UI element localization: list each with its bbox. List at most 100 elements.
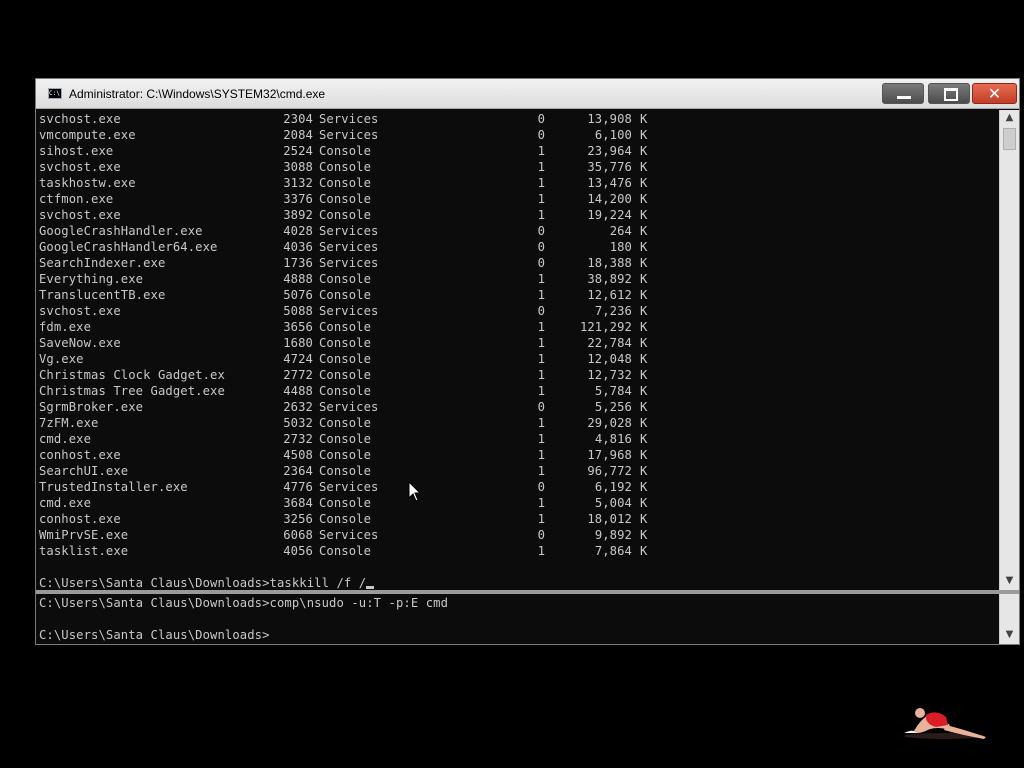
bottom-pane-scrollbar[interactable]: ▼: [999, 594, 1019, 644]
process-pid: 2304: [283, 112, 313, 126]
command-text: C:\Users\Santa Claus\Downloads>taskkill …: [39, 576, 367, 590]
console-line: C:\Users\Santa Claus\Downloads>comp\nsud…: [39, 596, 449, 610]
process-memory-unit: K: [640, 368, 648, 382]
process-memory-unit: K: [640, 464, 648, 478]
process-name: Christmas Clock Gadget.ex: [39, 368, 225, 382]
text-cursor: [366, 586, 375, 589]
minimize-button[interactable]: [882, 83, 924, 104]
process-session-number: 1: [537, 272, 545, 286]
process-memory-unit: K: [640, 192, 648, 206]
close-icon: ✕: [987, 84, 1002, 103]
process-pid: 6068: [283, 528, 313, 542]
process-pid: 3088: [283, 160, 313, 174]
scroll-up-arrow-icon[interactable]: ▲: [1000, 111, 1019, 125]
process-memory-unit: K: [640, 112, 648, 126]
window-title: Administrator: C:\Windows\SYSTEM32\cmd.e…: [69, 87, 326, 101]
process-session: Services: [319, 256, 379, 270]
process-session-number: 0: [537, 240, 545, 254]
process-session: Console: [319, 384, 372, 398]
process-memory-unit: K: [640, 400, 648, 414]
process-session-number: 1: [537, 544, 545, 558]
process-memory-unit: K: [640, 240, 648, 254]
process-memory: 12,732: [587, 368, 632, 382]
process-session-number: 1: [537, 144, 545, 158]
top-pane-scrollbar[interactable]: ▲ ▼: [999, 110, 1019, 590]
minimize-icon: [883, 84, 923, 103]
process-memory: 13,476: [587, 176, 632, 190]
process-name: conhost.exe: [39, 448, 121, 462]
scroll-thumb[interactable]: [1003, 128, 1016, 150]
process-session: Console: [319, 160, 372, 174]
scroll-down-arrow-icon[interactable]: ▼: [1000, 628, 1019, 642]
process-session: Console: [319, 288, 372, 302]
desktop-mascot-figure: [904, 708, 986, 739]
process-session-number: 1: [537, 432, 545, 446]
process-name: SaveNow.exe: [39, 336, 121, 350]
process-session-number: 1: [537, 176, 545, 190]
process-pid: 4056: [283, 544, 313, 558]
process-session: Console: [319, 208, 372, 222]
process-session-number: 1: [537, 512, 545, 526]
console-split-pane[interactable]: C:\Users\Santa Claus\Downloads>comp\nsud…: [36, 594, 999, 644]
process-session: Console: [319, 320, 372, 334]
process-pid: 2772: [283, 368, 313, 382]
close-button[interactable]: ✕: [972, 83, 1017, 104]
process-pid: 3684: [283, 496, 313, 510]
process-session-number: 1: [537, 288, 545, 302]
process-name: ctfmon.exe: [39, 192, 114, 206]
command-input-line[interactable]: C:\Users\Santa Claus\Downloads>taskkill …: [39, 575, 375, 590]
process-session: Console: [319, 336, 372, 350]
process-pid: 1680: [283, 336, 313, 350]
process-memory: 5,256: [594, 400, 632, 414]
process-session: Console: [319, 144, 372, 158]
process-name: vmcompute.exe: [39, 128, 136, 142]
process-memory-unit: K: [640, 288, 648, 302]
process-session: Services: [319, 480, 379, 494]
process-memory: 29,028: [587, 416, 632, 430]
process-pid: 4036: [283, 240, 313, 254]
title-bar[interactable]: C:\ Administrator: C:\Windows\SYSTEM32\c…: [36, 79, 1019, 109]
process-memory-unit: K: [640, 416, 648, 430]
process-session: Console: [319, 512, 372, 526]
process-name: tasklist.exe: [39, 544, 129, 558]
process-name: Christmas Tree Gadget.exe: [39, 384, 225, 398]
process-name: SgrmBroker.exe: [39, 400, 144, 414]
process-session-number: 1: [537, 448, 545, 462]
process-memory: 17,968: [587, 448, 632, 462]
process-name: svchost.exe: [39, 208, 121, 222]
process-name: taskhostw.exe: [39, 176, 136, 190]
cmd-app-icon-label: C:\: [49, 90, 60, 97]
process-session-number: 1: [537, 368, 545, 382]
process-memory: 19,224: [587, 208, 632, 222]
mouse-pointer-icon: [408, 481, 422, 502]
process-name: svchost.exe: [39, 160, 121, 174]
maximize-button[interactable]: [928, 83, 970, 104]
process-session-number: 1: [537, 416, 545, 430]
process-memory: 23,964: [587, 144, 632, 158]
process-memory: 12,612: [587, 288, 632, 302]
process-session-number: 0: [537, 128, 545, 142]
process-session: Console: [319, 192, 372, 206]
process-session-number: 1: [537, 160, 545, 174]
process-session: Services: [319, 400, 379, 414]
process-memory: 4,816: [594, 432, 632, 446]
process-memory-unit: K: [640, 144, 648, 158]
process-memory-unit: K: [640, 496, 648, 510]
process-pid: 3256: [283, 512, 313, 526]
process-session-number: 0: [537, 480, 545, 494]
process-memory-unit: K: [640, 480, 648, 494]
process-memory-unit: K: [640, 176, 648, 190]
process-session-number: 1: [537, 336, 545, 350]
scroll-down-arrow-icon[interactable]: ▼: [1000, 574, 1019, 588]
process-session-number: 1: [537, 320, 545, 334]
process-name: 7zFM.exe: [39, 416, 99, 430]
process-session: Console: [319, 416, 372, 430]
console-output-pane[interactable]: svchost.exe 2304 Services 0 13,908 Kvmcompute…: [36, 110, 999, 590]
process-memory-unit: K: [640, 160, 648, 174]
cmd-app-icon[interactable]: C:\: [48, 88, 62, 99]
process-session: Console: [319, 352, 372, 366]
process-name: svchost.exe: [39, 304, 121, 318]
process-session-number: 1: [537, 496, 545, 510]
process-name: cmd.exe: [39, 432, 92, 446]
process-session-number: 0: [537, 400, 545, 414]
